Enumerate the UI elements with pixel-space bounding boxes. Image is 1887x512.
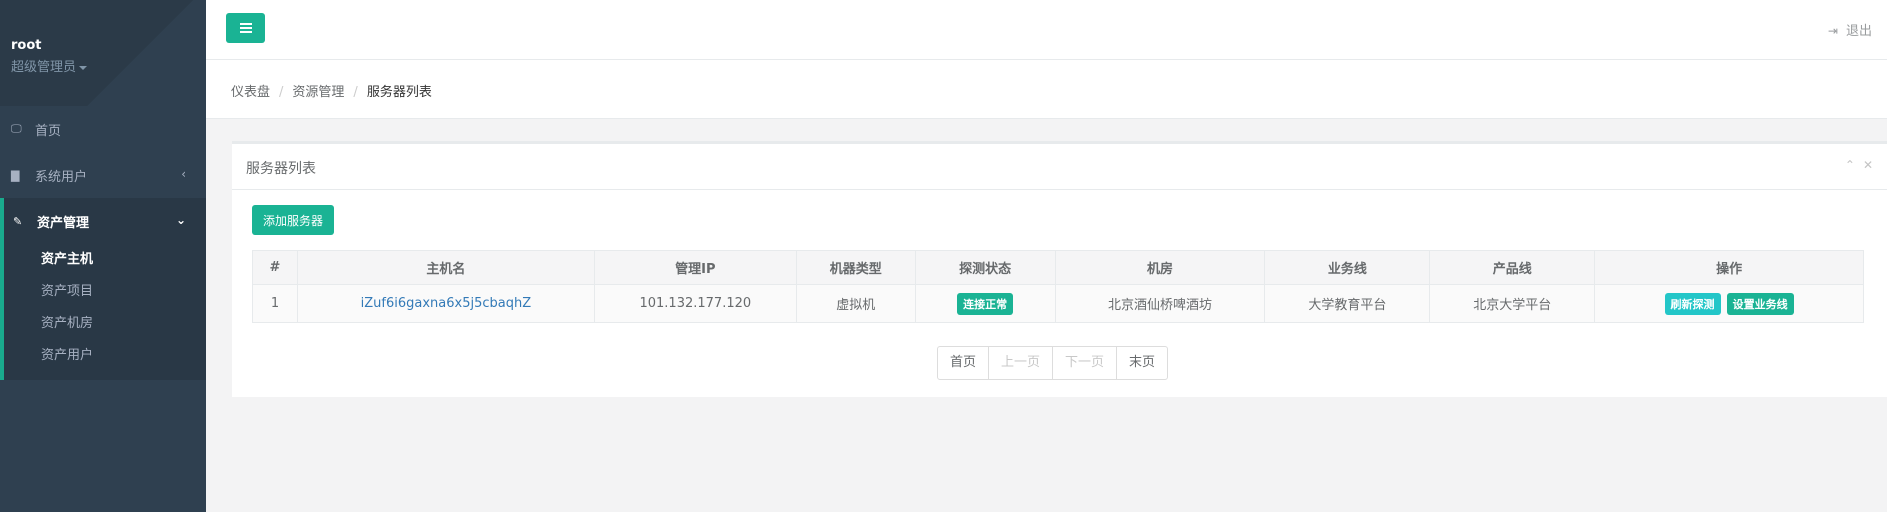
breadcrumb: 仪表盘 / 资源管理 / 服务器列表 (206, 60, 1887, 119)
page-prev[interactable]: 上一页 (988, 347, 1052, 379)
table-row: 1 iZuf6i6gaxna6x5j5cbaqhZ 101.132.177.12… (252, 284, 1864, 323)
breadcrumb-current: 服务器列表 (366, 85, 432, 100)
server-list-panel: 服务器列表 ⌃ ✕ 添加服务器 # 主机名 管理IP 机器类型 探测状态 机房 业… (232, 141, 1887, 397)
column-header: 操作 (1594, 250, 1864, 285)
page-last[interactable]: 末页 (1116, 347, 1167, 379)
sub-item-asset-rooms[interactable]: 资产机房 (4, 308, 206, 340)
sub-item-asset-hosts[interactable]: 资产主机 (4, 244, 206, 276)
nav-item-label: 首页 (35, 123, 62, 139)
close-icon[interactable]: ✕ (1863, 158, 1873, 172)
cell-product: 北京大学平台 (1429, 284, 1596, 323)
chevron-down-icon: ⌄ (175, 213, 186, 227)
page-next[interactable]: 下一页 (1052, 347, 1116, 379)
nav-item-system-users[interactable]: ▇ 系统用户 ‹ (0, 152, 206, 198)
chevron-left-icon: ‹ (181, 167, 186, 181)
pagination: 首页 上一页 下一页 末页 (937, 346, 1169, 380)
sub-menu: 资产主机 资产项目 资产机房 资产用户 (4, 244, 206, 380)
cell-status: 连接正常 (914, 284, 1056, 323)
top-bar: ⇥ 退出 (206, 0, 1887, 60)
sidebar: root 超级管理员 🖵 首页 ▇ 系统用户 ‹ ✎ 资产管理 ⌄ 资产主机 资… (0, 0, 206, 512)
hamburger-icon (239, 23, 252, 25)
nav-item-home[interactable]: 🖵 首页 (0, 106, 206, 152)
sub-item-asset-users[interactable]: 资产用户 (4, 340, 206, 372)
column-header: 产品线 (1429, 250, 1596, 285)
sign-out-icon: ⇥ (1827, 24, 1838, 38)
menu-toggle-button[interactable] (226, 13, 265, 43)
caret-down-icon (79, 65, 88, 70)
cell-actions: 刷新探测 设置业务线 (1594, 284, 1864, 323)
add-server-button[interactable]: 添加服务器 (252, 205, 334, 235)
username: root (11, 38, 42, 53)
column-header: 业务线 (1264, 250, 1431, 285)
logout-link[interactable]: ⇥ 退出 (1828, 20, 1872, 39)
bar-chart-icon: ▇ (11, 168, 20, 182)
breadcrumb-item[interactable]: 仪表盘 (231, 85, 270, 100)
column-header: 主机名 (296, 250, 595, 285)
column-header: 机器类型 (795, 250, 916, 285)
cell-business: 大学教育平台 (1264, 284, 1431, 323)
status-badge: 连接正常 (957, 292, 1014, 315)
breadcrumb-item[interactable]: 资源管理 (292, 85, 344, 100)
nav-item-asset-management[interactable]: ✎ 资产管理 ⌄ (4, 198, 206, 244)
hamburger-icon (239, 31, 252, 33)
role-label: 超级管理员 (11, 60, 77, 75)
sub-item-asset-projects[interactable]: 资产项目 (4, 276, 206, 308)
column-header: # (252, 250, 298, 285)
hamburger-icon (239, 27, 252, 29)
role-dropdown[interactable]: 超级管理员 (11, 56, 206, 75)
nav-group-assets: ✎ 资产管理 ⌄ 资产主机 资产项目 资产机房 资产用户 (0, 198, 206, 380)
laptop-icon: 🖵 (11, 122, 22, 135)
table-header-row: # 主机名 管理IP 机器类型 探测状态 机房 业务线 产品线 操作 (252, 250, 1864, 285)
panel-title: 服务器列表 (246, 161, 316, 177)
column-header: 机房 (1054, 250, 1266, 285)
user-profile: root 超级管理员 (0, 0, 206, 106)
collapse-icon[interactable]: ⌃ (1845, 158, 1855, 172)
nav-item-label: 系统用户 (35, 169, 88, 185)
breadcrumb-separator: / (279, 85, 284, 100)
cell-ip: 101.132.177.120 (593, 284, 797, 323)
refresh-probe-button[interactable]: 刷新探测 (1664, 292, 1721, 315)
panel-header: 服务器列表 ⌃ ✕ (232, 144, 1887, 190)
cell-hostname: iZuf6i6gaxna6x5j5cbaqhZ (296, 284, 595, 323)
nav-item-label: 资产管理 (37, 215, 90, 231)
cell-index: 1 (252, 284, 298, 323)
page-first[interactable]: 首页 (938, 347, 988, 379)
column-header: 管理IP (593, 250, 797, 285)
edit-icon: ✎ (13, 214, 23, 228)
column-header: 探测状态 (914, 250, 1056, 285)
set-business-button[interactable]: 设置业务线 (1726, 292, 1794, 315)
logout-label: 退出 (1845, 24, 1872, 39)
cell-room: 北京酒仙桥啤酒坊 (1054, 284, 1266, 323)
panel-tools: ⌃ ✕ (1837, 158, 1873, 172)
server-table: # 主机名 管理IP 机器类型 探测状态 机房 业务线 产品线 操作 1 iZu… (252, 250, 1864, 323)
breadcrumb-separator: / (353, 85, 358, 100)
hostname-link[interactable]: iZuf6i6gaxna6x5j5cbaqhZ (361, 296, 532, 311)
cell-type: 虚拟机 (795, 284, 916, 323)
